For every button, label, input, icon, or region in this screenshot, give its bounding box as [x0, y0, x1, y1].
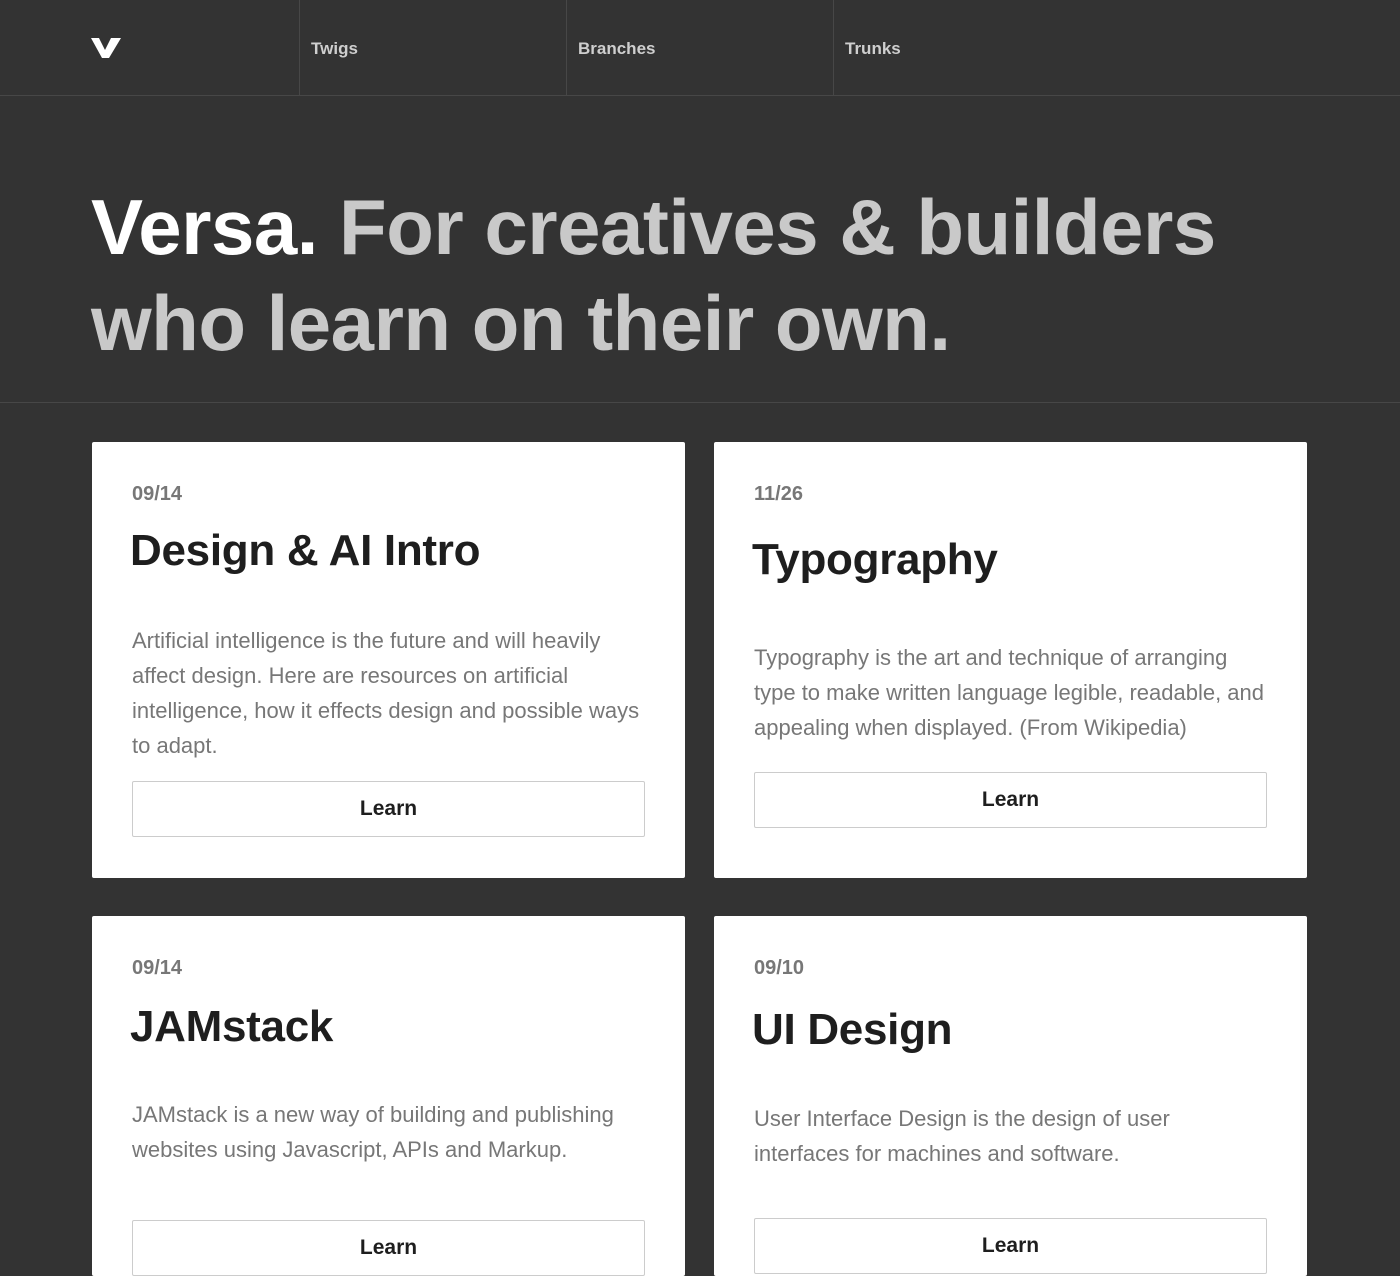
card-date: 09/14	[132, 957, 183, 979]
card-description: Typography is the art and technique of a…	[754, 645, 1265, 740]
card-description: JAMstack is a new way of building and pu…	[132, 1102, 614, 1162]
course-card-design-ai: 09/14 Design & AI Intro Artificial intel…	[92, 442, 685, 878]
card-description: Artificial intelligence is the future an…	[132, 628, 640, 758]
course-card-typography: 11/26 Typography Typography is the art a…	[714, 442, 1307, 878]
hero-heading: Versa. For creatives & builders who lear…	[91, 179, 1341, 371]
card-date: 11/26	[754, 483, 803, 505]
course-card-jamstack: 09/14 JAMstack JAMstack is a new way of …	[92, 916, 685, 1276]
card-date: 09/10	[754, 957, 805, 979]
course-card-ui-design: 09/10 UI Design User Interface Design is…	[714, 916, 1307, 1276]
hero-section: Versa. For creatives & builders who lear…	[0, 96, 1400, 403]
nav-item-twigs[interactable]: Twigs	[299, 0, 566, 96]
versa-logo-mark	[91, 38, 121, 58]
card-title: JAMstack	[130, 1002, 334, 1051]
nav-item-branches[interactable]: Branches	[566, 0, 833, 96]
card-title: UI Design	[752, 1005, 953, 1054]
nav-item-trunks[interactable]: Trunks	[833, 0, 1100, 96]
card-title: Typography	[752, 535, 998, 584]
learn-button[interactable]: Learn	[754, 1218, 1267, 1274]
hero-brand-name: Versa.	[91, 183, 318, 271]
card-title: Design & AI Intro	[130, 526, 481, 575]
versa-logo-icon[interactable]	[91, 38, 121, 58]
card-description: User Interface Design is the design of u…	[754, 1106, 1170, 1166]
card-date: 09/14	[132, 483, 183, 505]
learn-button[interactable]: Learn	[754, 772, 1267, 828]
top-nav: Twigs Branches Trunks	[0, 0, 1400, 96]
learn-button[interactable]: Learn	[132, 781, 645, 837]
learn-button[interactable]: Learn	[132, 1220, 645, 1276]
